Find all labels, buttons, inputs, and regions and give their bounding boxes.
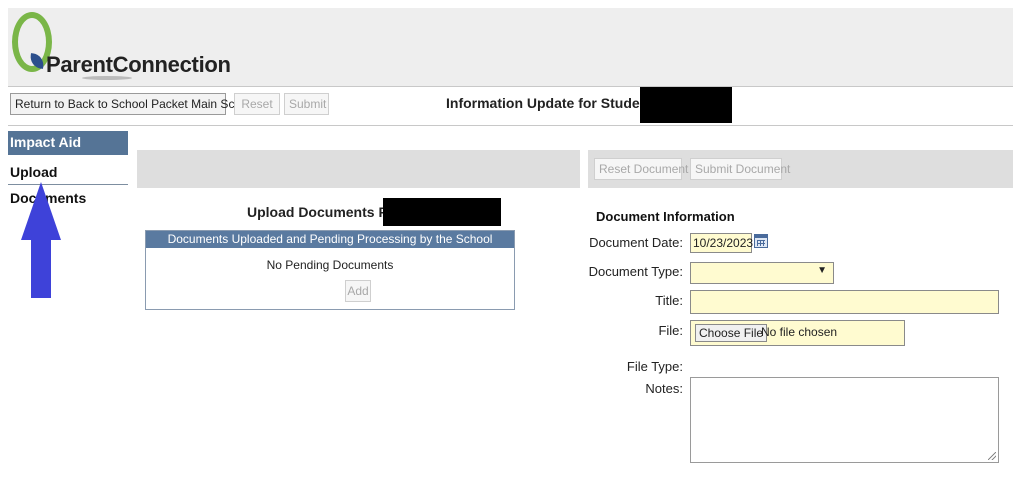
title-field[interactable] bbox=[690, 290, 999, 314]
notes-label: Notes: bbox=[645, 381, 683, 396]
reset-button[interactable]: Reset bbox=[234, 93, 280, 115]
sidebar-item-impact-aid[interactable]: Impact Aid bbox=[8, 131, 128, 155]
app-logo: ParentConnection bbox=[46, 52, 231, 77]
logo-swoosh bbox=[82, 76, 132, 80]
document-type-select[interactable]: ▼ bbox=[690, 262, 834, 284]
title-label: Title: bbox=[655, 293, 683, 308]
file-input[interactable]: Choose File No file chosen bbox=[690, 320, 905, 346]
document-date-field[interactable]: 10/23/2023 bbox=[690, 233, 753, 253]
annotation-arrow-shaft bbox=[31, 238, 51, 298]
document-type-label: Document Type: bbox=[588, 264, 683, 279]
file-type-label: File Type: bbox=[626, 359, 683, 374]
calendar-icon[interactable] bbox=[754, 234, 768, 248]
pending-table-header: Documents Uploaded and Pending Processin… bbox=[146, 231, 514, 248]
empty-state-text: No Pending Documents bbox=[266, 258, 394, 272]
pending-documents-table: Documents Uploaded and Pending Processin… bbox=[145, 230, 515, 310]
reset-document-button[interactable]: Reset Document bbox=[594, 158, 688, 180]
upload-panel-bar bbox=[137, 150, 580, 188]
toolbar: Return to Back to School Packet Main Scr… bbox=[8, 87, 1013, 126]
page-title: Information Update for Student bbox=[446, 95, 653, 111]
app-header: ParentConnection bbox=[8, 8, 1013, 87]
document-information-title: Document Information bbox=[596, 209, 735, 224]
file-status: No file chosen bbox=[761, 325, 838, 339]
redacted-student-name bbox=[640, 87, 732, 123]
submit-button[interactable]: Submit bbox=[284, 93, 329, 115]
annotation-arrow-head bbox=[21, 182, 61, 240]
choose-file-button[interactable]: Choose File bbox=[695, 324, 768, 342]
return-to-main-button[interactable]: Return to Back to School Packet Main Scr… bbox=[10, 93, 258, 115]
notes-textarea[interactable] bbox=[690, 377, 999, 463]
file-label: File: bbox=[658, 323, 683, 338]
submit-document-button[interactable]: Submit Document bbox=[690, 158, 790, 180]
resize-grip-icon[interactable] bbox=[988, 452, 996, 460]
document-date-label: Document Date: bbox=[589, 235, 683, 250]
add-document-button[interactable]: Add bbox=[345, 280, 371, 302]
redacted-upload-name bbox=[383, 198, 501, 226]
chevron-down-icon: ▼ bbox=[817, 265, 827, 276]
